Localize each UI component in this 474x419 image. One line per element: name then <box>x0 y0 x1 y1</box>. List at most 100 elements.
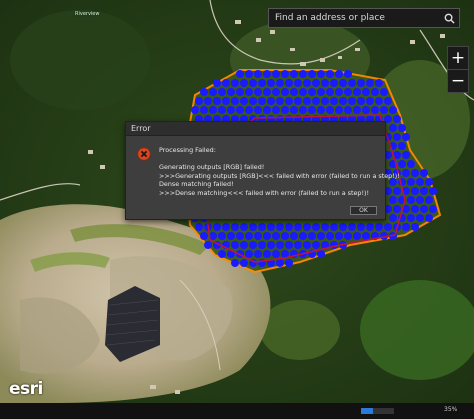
survey-point <box>357 79 365 87</box>
survey-point <box>231 79 239 87</box>
survey-point <box>218 106 226 114</box>
survey-point <box>263 106 271 114</box>
survey-point <box>240 97 248 105</box>
survey-point <box>317 106 325 114</box>
survey-point <box>245 88 253 96</box>
message-line: Dense matching failed! <box>159 180 234 189</box>
survey-point <box>398 124 406 132</box>
survey-point <box>236 106 244 114</box>
survey-point <box>276 223 284 231</box>
survey-point <box>272 232 280 240</box>
error-icon <box>137 146 151 165</box>
survey-point <box>236 232 244 240</box>
survey-point <box>416 214 424 222</box>
error-dialog: Error Processing Failed: Generating outp… <box>125 121 400 220</box>
survey-point <box>380 88 388 96</box>
survey-point <box>191 106 199 114</box>
dialog-title: Error <box>126 122 385 136</box>
survey-point <box>375 97 383 105</box>
ok-button[interactable]: OK <box>350 206 377 215</box>
survey-point <box>321 97 329 105</box>
survey-point <box>407 160 415 168</box>
survey-point <box>299 232 307 240</box>
zoom-out-button[interactable]: − <box>448 70 468 92</box>
survey-point <box>240 79 248 87</box>
message-line: >>>Generating outputs [RGB]<<< failed wi… <box>159 171 400 180</box>
survey-point <box>209 106 217 114</box>
survey-point <box>317 88 325 96</box>
survey-point <box>258 97 266 105</box>
survey-point <box>254 70 262 78</box>
survey-point <box>425 196 433 204</box>
map-place-label: Riverview <box>73 11 102 17</box>
survey-point <box>375 79 383 87</box>
survey-point <box>335 232 343 240</box>
search-box[interactable] <box>268 8 460 28</box>
survey-point <box>344 106 352 114</box>
survey-point <box>384 97 392 105</box>
survey-point <box>249 79 257 87</box>
search-input[interactable] <box>269 13 439 23</box>
survey-point <box>263 250 271 258</box>
survey-point <box>312 97 320 105</box>
survey-point <box>303 97 311 105</box>
survey-point <box>204 241 212 249</box>
survey-point <box>240 259 248 267</box>
survey-point <box>429 187 437 195</box>
survey-point <box>245 70 253 78</box>
survey-point <box>281 106 289 114</box>
survey-point <box>389 196 397 204</box>
survey-point <box>294 223 302 231</box>
survey-point <box>272 88 280 96</box>
survey-point <box>357 223 365 231</box>
survey-point <box>371 88 379 96</box>
survey-point <box>267 241 275 249</box>
survey-point <box>281 232 289 240</box>
survey-point <box>267 223 275 231</box>
survey-point <box>285 97 293 105</box>
survey-point <box>317 250 325 258</box>
survey-point <box>308 106 316 114</box>
survey-point <box>407 196 415 204</box>
survey-point <box>240 241 248 249</box>
survey-point <box>276 241 284 249</box>
survey-point <box>281 70 289 78</box>
survey-point <box>353 232 361 240</box>
survey-point <box>245 250 253 258</box>
survey-point <box>371 106 379 114</box>
survey-point <box>213 223 221 231</box>
survey-point <box>344 88 352 96</box>
survey-point <box>249 223 257 231</box>
survey-point <box>231 259 239 267</box>
survey-point <box>321 79 329 87</box>
survey-point <box>330 223 338 231</box>
survey-point <box>384 223 392 231</box>
survey-point <box>380 106 388 114</box>
survey-point <box>366 223 374 231</box>
survey-point <box>402 133 410 141</box>
survey-point <box>236 70 244 78</box>
survey-point <box>411 223 419 231</box>
survey-point <box>389 214 397 222</box>
dialog-message: Processing Failed: Generating outputs [R… <box>159 146 400 198</box>
survey-point <box>200 88 208 96</box>
survey-point <box>267 79 275 87</box>
esri-logo: esri <box>9 379 43 399</box>
zoom-in-button[interactable]: + <box>448 47 468 69</box>
search-button[interactable] <box>439 9 459 27</box>
survey-point <box>353 88 361 96</box>
survey-point <box>213 97 221 105</box>
survey-point <box>294 97 302 105</box>
survey-point <box>407 178 415 186</box>
message-line <box>159 155 384 164</box>
survey-point <box>303 223 311 231</box>
survey-point <box>294 79 302 87</box>
survey-point <box>231 241 239 249</box>
survey-point <box>236 88 244 96</box>
survey-point <box>402 151 410 159</box>
survey-point <box>420 169 428 177</box>
survey-point <box>411 205 419 213</box>
survey-point <box>303 241 311 249</box>
survey-point <box>294 241 302 249</box>
survey-point <box>218 232 226 240</box>
